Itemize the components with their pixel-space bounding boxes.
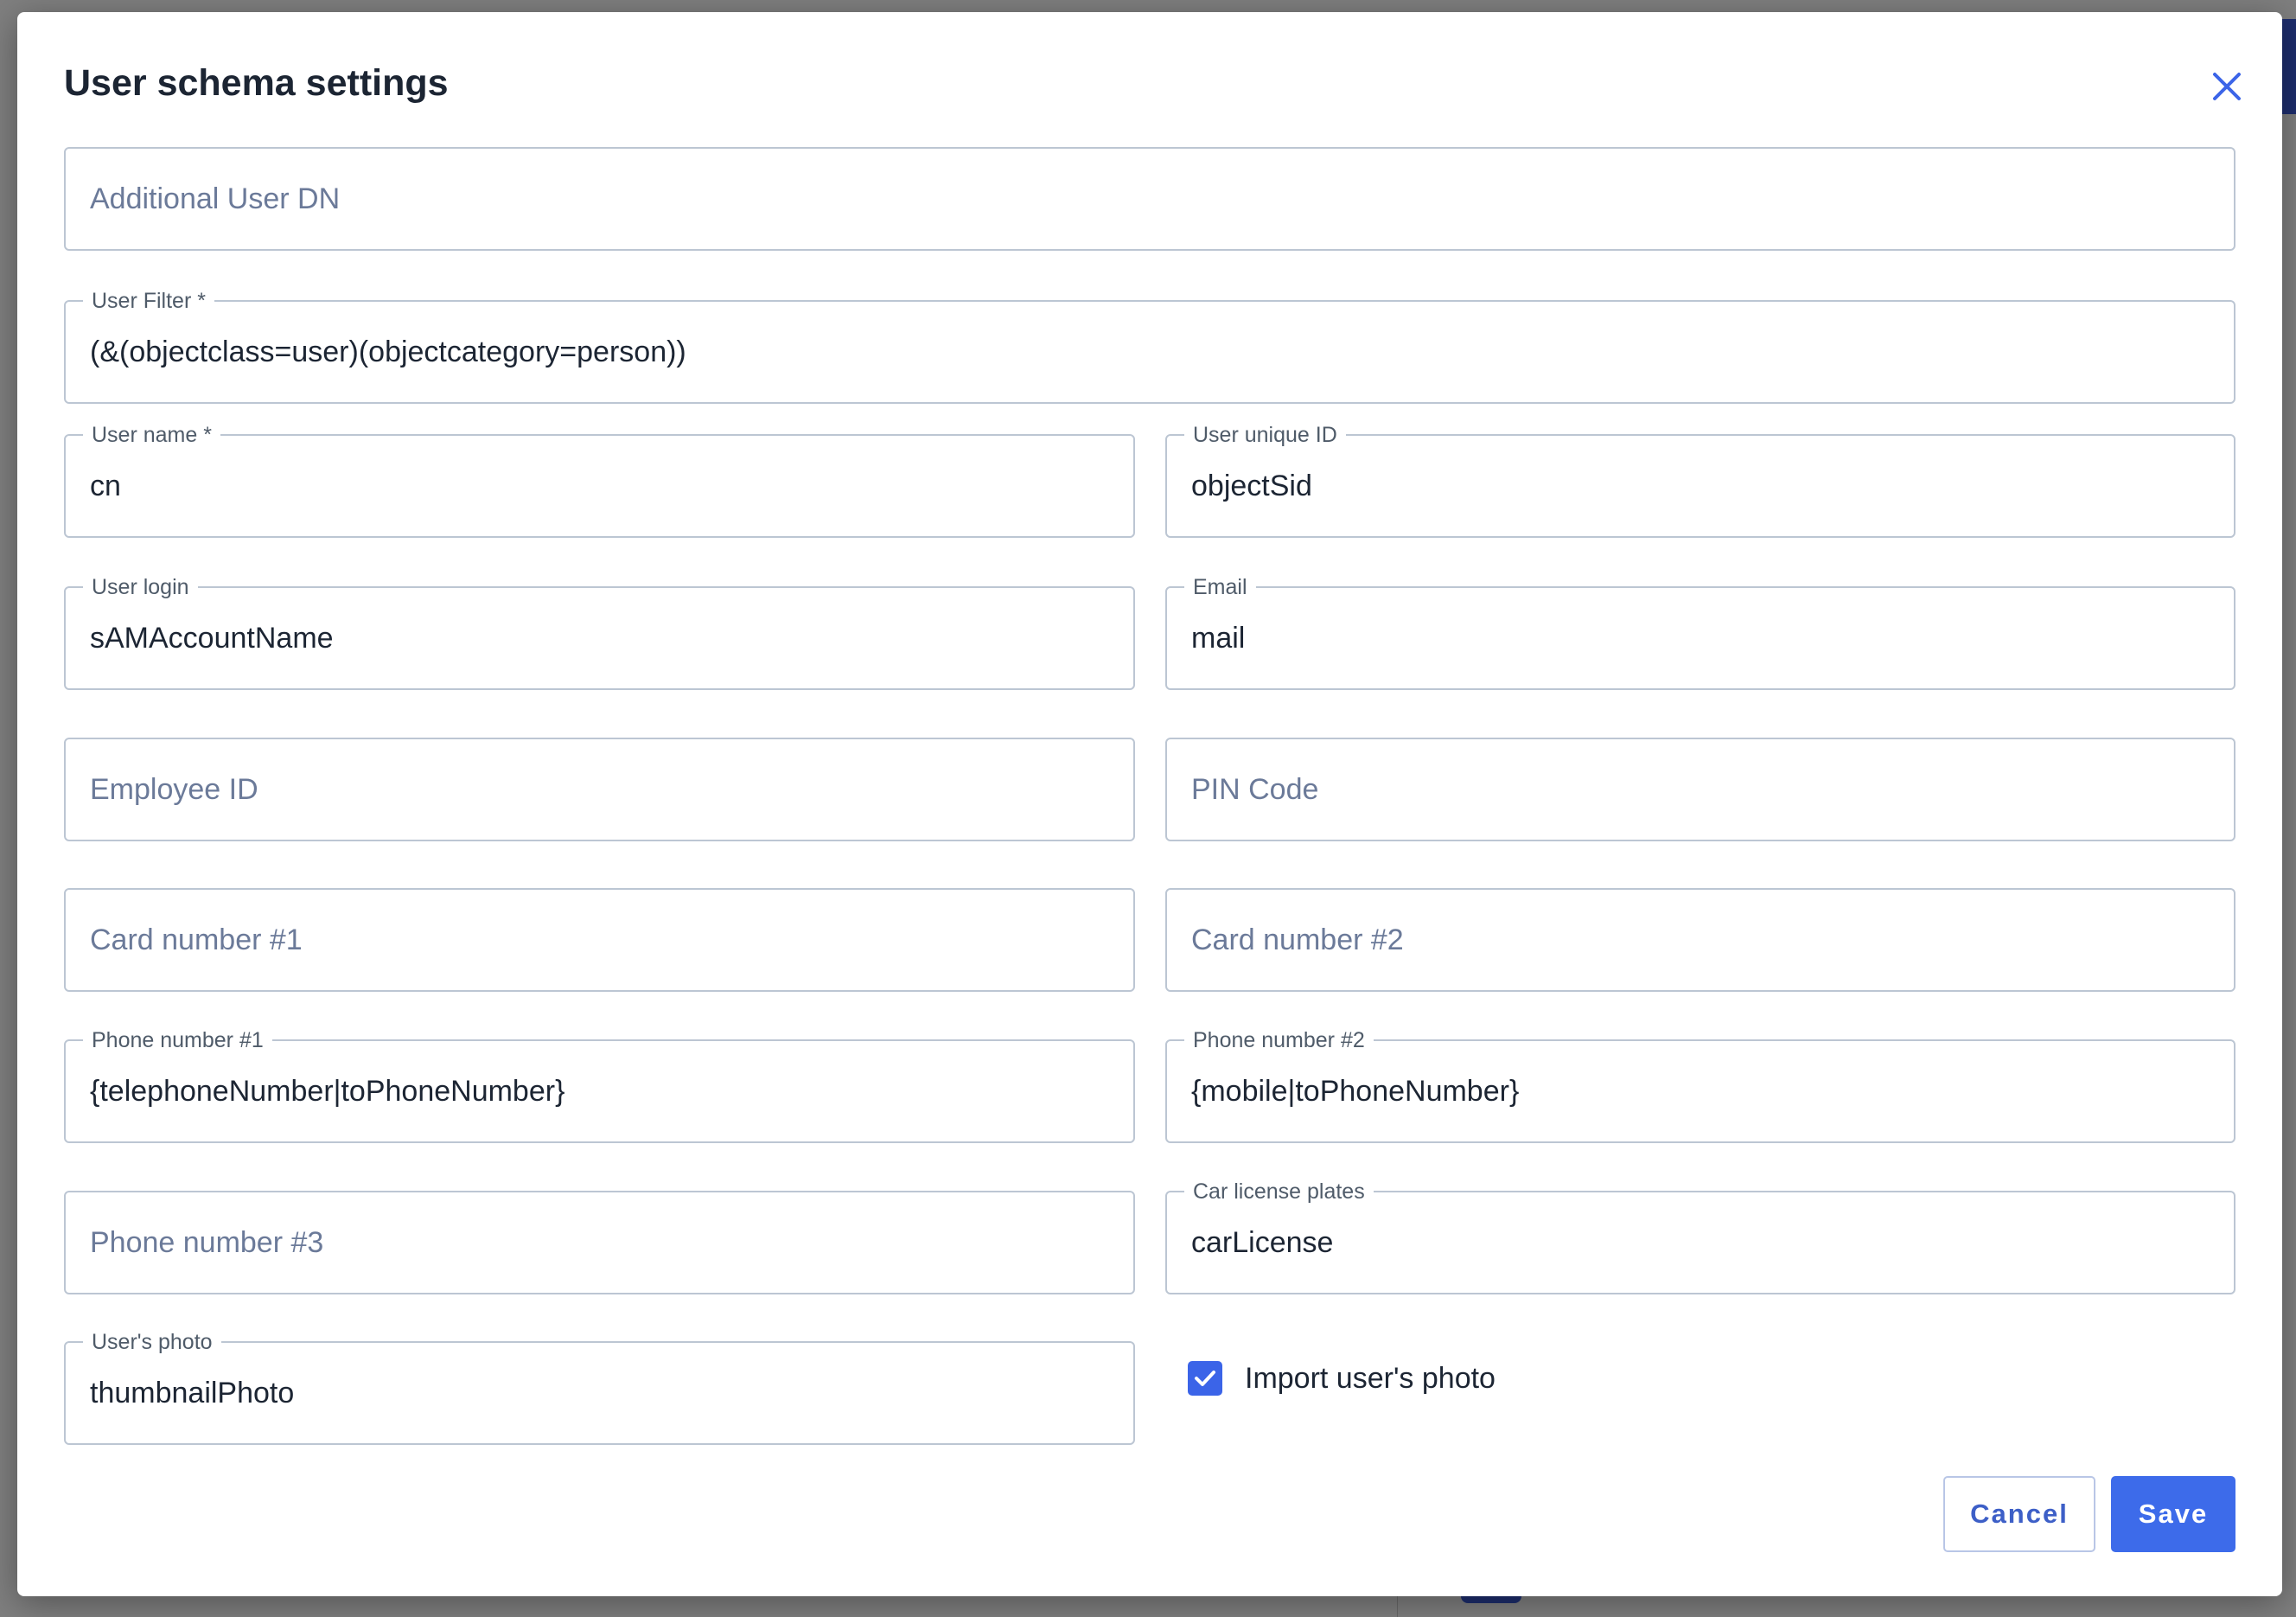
card-number-1-field[interactable]: Card number #1 — [64, 888, 1135, 992]
import-users-photo-checkbox[interactable]: Import user's photo — [1188, 1361, 1496, 1396]
phone-number-1-field[interactable]: Phone number #1 {telephoneNumber|toPhone… — [64, 1028, 1135, 1143]
additional-user-dn-field[interactable]: Additional User DN — [64, 147, 2235, 251]
phone-number-2-field[interactable]: Phone number #2 {mobile|toPhoneNumber} — [1165, 1028, 2235, 1143]
phone-number-3-field[interactable]: Phone number #3 — [64, 1191, 1135, 1294]
user-unique-id-value: objectSid — [1191, 469, 1312, 502]
user-unique-id-field[interactable]: User unique ID objectSid — [1165, 423, 2235, 538]
email-field[interactable]: Email mail — [1165, 575, 2235, 690]
save-button[interactable]: Save — [2111, 1476, 2235, 1552]
card-number-2-placeholder: Card number #2 — [1191, 923, 1404, 956]
user-name-value: cn — [90, 469, 121, 502]
employee-id-placeholder: Employee ID — [90, 772, 258, 806]
pin-code-placeholder: PIN Code — [1191, 772, 1319, 806]
cancel-button[interactable]: Cancel — [1943, 1476, 2095, 1552]
email-value: mail — [1191, 621, 1246, 655]
dialog-title: User schema settings — [64, 62, 449, 104]
user-filter-value: (&(objectclass=user)(objectcategory=pers… — [90, 335, 686, 368]
users-photo-value: thumbnailPhoto — [90, 1376, 295, 1409]
phone-number-3-placeholder: Phone number #3 — [90, 1225, 324, 1259]
phone-number-2-value: {mobile|toPhoneNumber} — [1191, 1074, 1520, 1108]
user-schema-settings-dialog: User schema settings Additional User DN … — [17, 12, 2282, 1596]
phone-number-1-value: {telephoneNumber|toPhoneNumber} — [90, 1074, 565, 1108]
additional-user-dn-placeholder: Additional User DN — [90, 182, 341, 215]
card-number-1-placeholder: Card number #1 — [90, 923, 303, 956]
checkmark-icon — [1195, 1371, 1215, 1386]
close-button[interactable] — [2204, 64, 2249, 109]
user-login-field[interactable]: User login sAMAccountName — [64, 575, 1135, 690]
checkbox-checked[interactable] — [1188, 1361, 1222, 1396]
close-icon — [2213, 73, 2241, 100]
user-name-field[interactable]: User name * cn — [64, 423, 1135, 538]
users-photo-field[interactable]: User's photo thumbnailPhoto — [64, 1330, 1135, 1445]
import-users-photo-label: Import user's photo — [1245, 1361, 1496, 1395]
pin-code-field[interactable]: PIN Code — [1165, 738, 2235, 841]
user-login-value: sAMAccountName — [90, 621, 334, 655]
employee-id-field[interactable]: Employee ID — [64, 738, 1135, 841]
car-license-plates-value: carLicense — [1191, 1225, 1334, 1259]
car-license-plates-field[interactable]: Car license plates carLicense — [1165, 1179, 2235, 1294]
user-filter-field[interactable]: User Filter * (&(objectclass=user)(objec… — [64, 289, 2235, 404]
card-number-2-field[interactable]: Card number #2 — [1165, 888, 2235, 992]
